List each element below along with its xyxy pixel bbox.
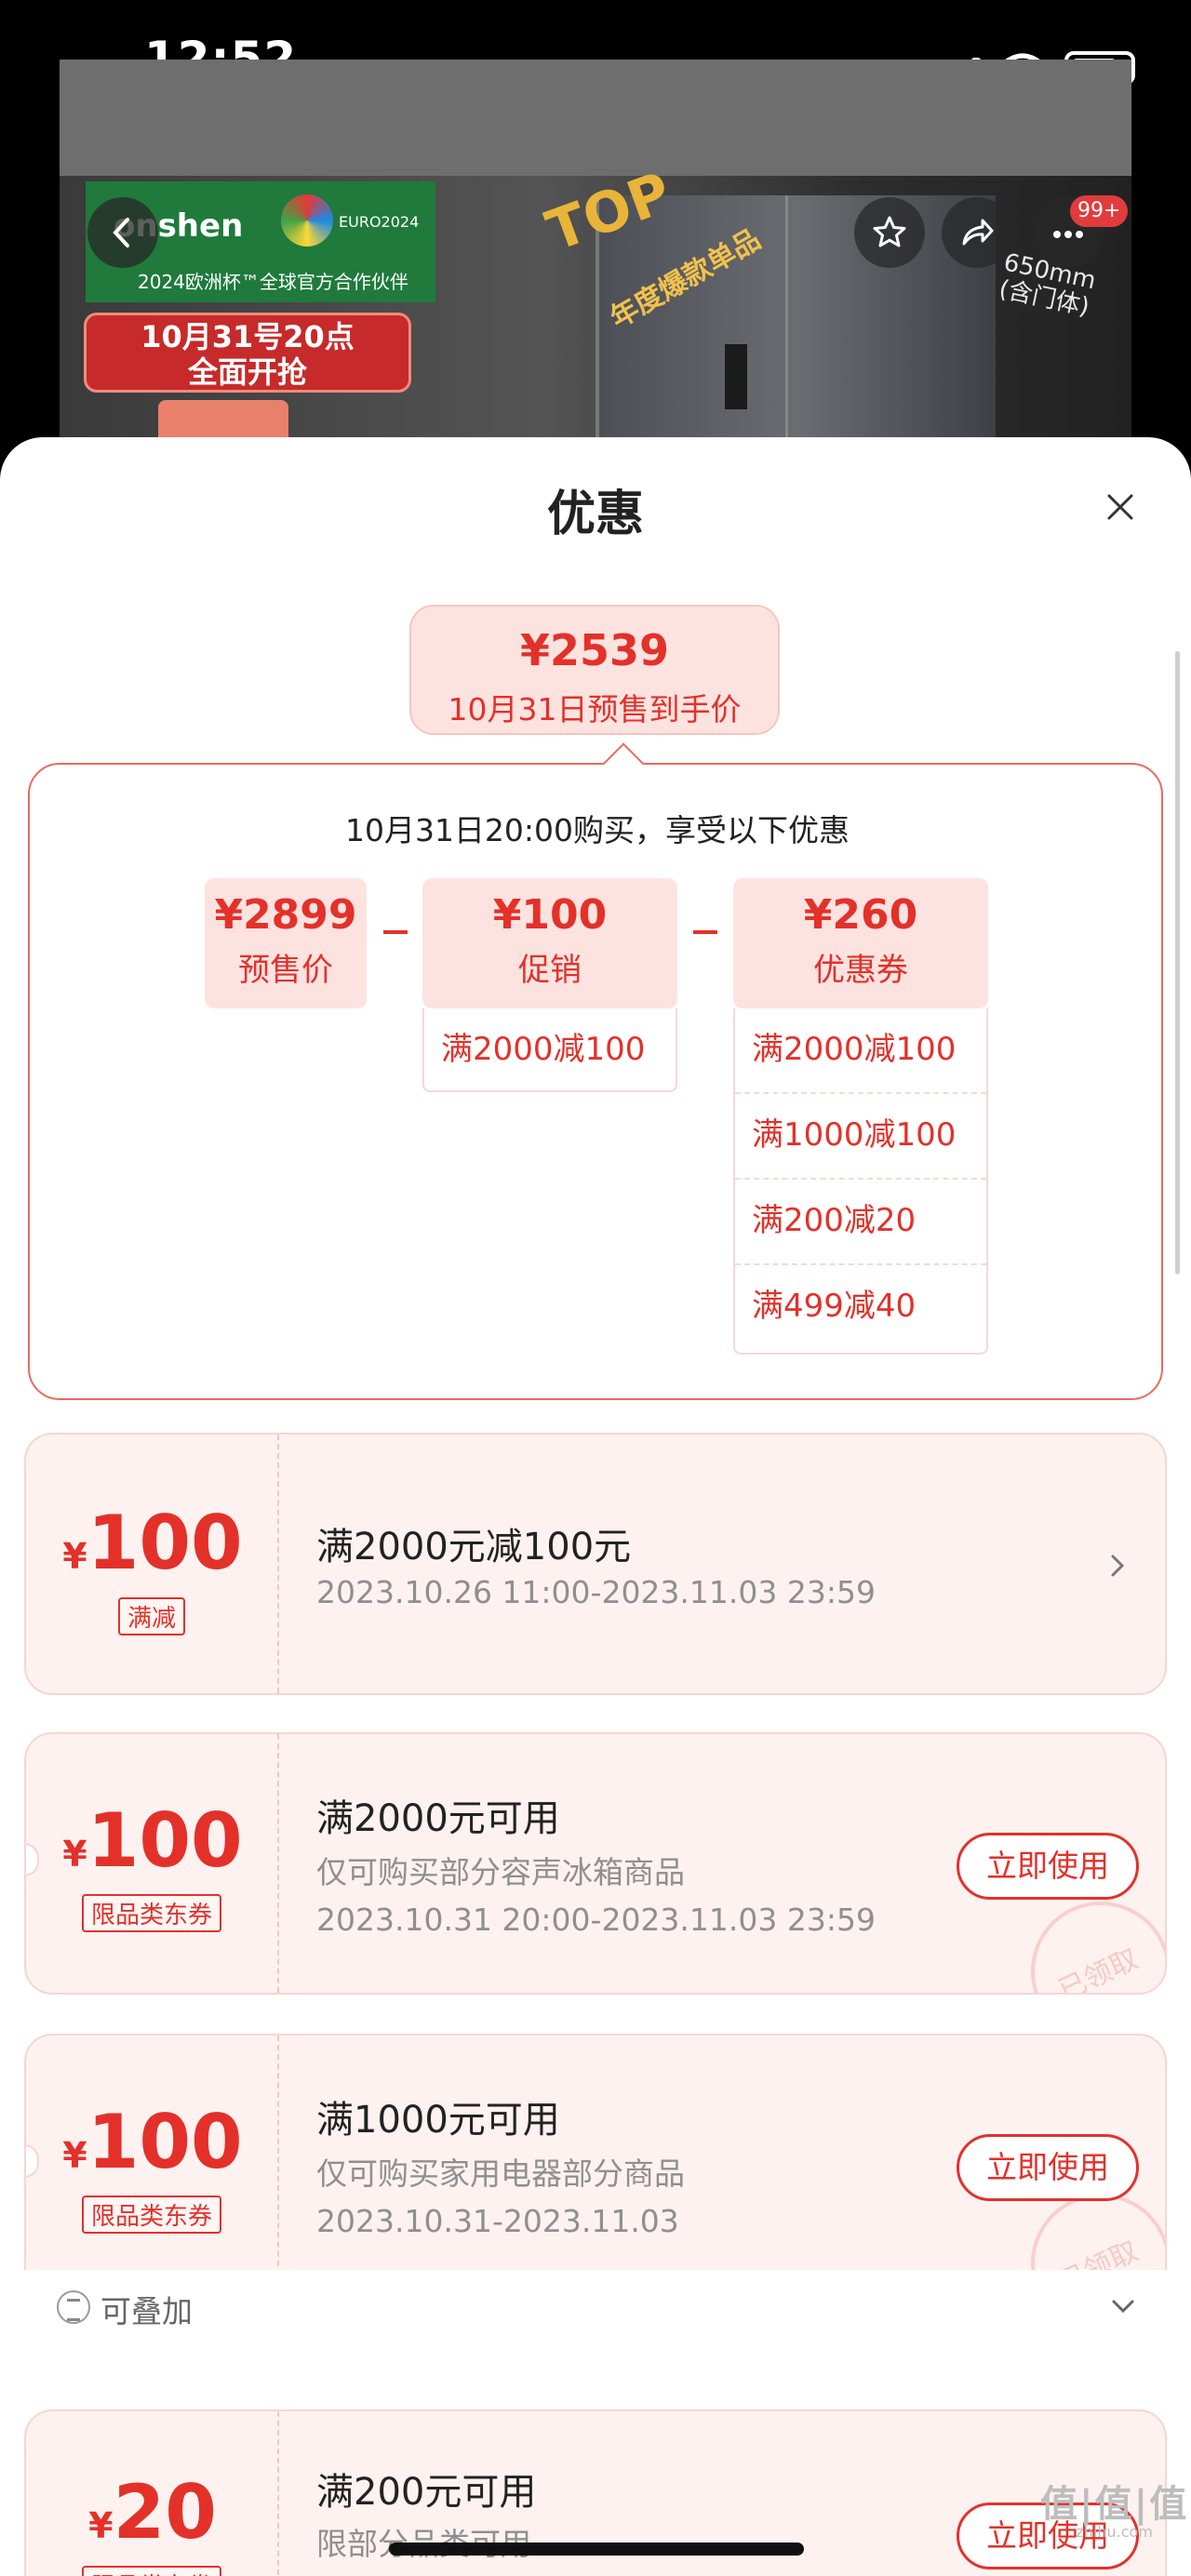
coupon-amount-area: ¥100 限品类东券: [26, 2035, 279, 2294]
coupon-validity: 2023.10.31-2023.11.03: [316, 2203, 679, 2239]
coupon-amount: ¥100: [62, 2099, 243, 2185]
brand-subtitle: 2024欧洲杯™全球官方合作伙伴: [138, 271, 408, 293]
close-icon[interactable]: [1102, 488, 1139, 526]
coupon-tag: 限品类东券: [81, 2196, 222, 2234]
favorite-button[interactable]: [854, 197, 925, 268]
coupon-item: 满200减20: [735, 1180, 986, 1265]
coupon-title: 满2000元减100元: [316, 1526, 632, 1568]
coupon-scope: 限部分品类可用: [316, 2519, 531, 2564]
coupon-tag: 限品类东券: [81, 2566, 222, 2576]
coupon-title: 满1000元可用: [316, 2099, 560, 2142]
coupon-total-value: ¥260: [803, 891, 918, 939]
coupon-total-label: 优惠券: [813, 952, 908, 989]
price-breakdown: 10月31日20:00购买，享受以下优惠 ¥2899 预售价 ¥100 促销 ¥…: [28, 763, 1163, 1400]
promotion-items: 满2000减100: [422, 1008, 677, 1092]
coupon-validity: 2023.10.31 20:00-2023.11.03 23:59: [316, 1902, 876, 1938]
coupon-card-full-reduction[interactable]: ¥100 满减 满2000元减100元 2023.10.26 11:00-202…: [24, 1433, 1167, 1695]
presale-price-label: 预售价: [238, 952, 333, 989]
final-price-desc: 10月31日预售到手价: [448, 691, 742, 727]
coupon-card-appliance: ¥100 限品类东券 满1000元可用 仅可购买家用电器部分商品 2023.10…: [24, 2034, 1167, 2296]
coupon-scope: 仅可购买家用电器部分商品: [316, 2156, 685, 2192]
header-gray-band: [60, 60, 1131, 176]
breakdown-title: 10月31日20:00购买，享受以下优惠: [344, 812, 850, 848]
coupon-amount-area: ¥100 限品类东券: [26, 1734, 279, 1993]
promotion-label: 促销: [518, 952, 582, 989]
coupon-validity: 2023.10.26 11:00-2023.11.03 23:59: [316, 1574, 876, 1610]
promotion-chip: ¥100 促销: [422, 878, 677, 1008]
coupon-amount: ¥100: [62, 1797, 243, 1884]
stackable-toggle[interactable]: 可叠加: [24, 2270, 1167, 2344]
use-now-button[interactable]: 立即使用: [957, 1833, 1139, 1900]
share-button[interactable]: [942, 197, 1012, 268]
claimed-stamp: 已领取: [1031, 1902, 1165, 1993]
chevron-left-icon: [113, 218, 129, 247]
message-count-badge: 99+: [1070, 195, 1129, 227]
coupon-total-chip: ¥260 优惠券: [733, 878, 988, 1008]
scrollbar[interactable]: [1175, 651, 1180, 1275]
coupon-amount-area: ¥20 限品类东券: [26, 2411, 279, 2576]
promo-badge: 10月31号20点 全面开抢: [84, 313, 411, 393]
minus-icon: [693, 930, 717, 934]
final-price-pill: ¥2539 10月31日预售到手价: [409, 605, 780, 735]
coupon-title: 满2000元可用: [316, 1797, 560, 1840]
chevron-right-icon: [1111, 1555, 1125, 1577]
stack-icon: [57, 2290, 90, 2324]
star-icon: [873, 216, 906, 247]
coupon-card-fridge: ¥100 限品类东券 满2000元可用 仅可购买部分容声冰箱商品 2023.10…: [24, 1732, 1167, 1995]
coupon-amount: ¥20: [88, 2469, 217, 2556]
share-icon: [962, 219, 994, 246]
home-indicator[interactable]: [389, 2543, 804, 2556]
euro-label: EURO2024: [339, 213, 420, 231]
coupon-items: 满2000减100 满1000减100 满200减20 满499减40: [733, 1008, 988, 1355]
coupon-item: 满1000减100: [735, 1094, 986, 1180]
coupon-scope: 仅可购买部分容声冰箱商品: [316, 1854, 685, 1890]
use-now-button[interactable]: 立即使用: [957, 2134, 1139, 2201]
coupon-title: 满200元可用: [316, 2471, 537, 2514]
final-price: ¥2539: [519, 625, 670, 675]
euro-logo-icon: [281, 194, 333, 247]
coupon-item: 满499减40: [752, 1288, 917, 1325]
sheet-title: 优惠: [546, 487, 644, 542]
coupon-item: 满2000减100: [735, 1008, 986, 1094]
status-bar: 12:52: [0, 0, 1191, 85]
coupon-amount-area: ¥100 满减: [26, 1435, 279, 1693]
back-button[interactable]: [87, 197, 158, 268]
promotion-item: 满2000减100: [441, 1031, 646, 1068]
promotion-value: ¥100: [492, 891, 608, 939]
chevron-down-icon: [1112, 2300, 1134, 2314]
presale-price-chip: ¥2899 预售价: [205, 878, 367, 1008]
stackable-label: 可叠加: [100, 2293, 193, 2329]
coupon-tag: 限品类东券: [81, 1894, 222, 1932]
watermark: 值|值|值 zhihu.com: [1040, 2483, 1189, 2541]
coupon-tag: 满减: [117, 1597, 186, 1635]
presale-price-value: ¥2899: [214, 891, 357, 939]
coupon-amount: ¥100: [62, 1500, 243, 1586]
minus-icon: [383, 930, 408, 934]
